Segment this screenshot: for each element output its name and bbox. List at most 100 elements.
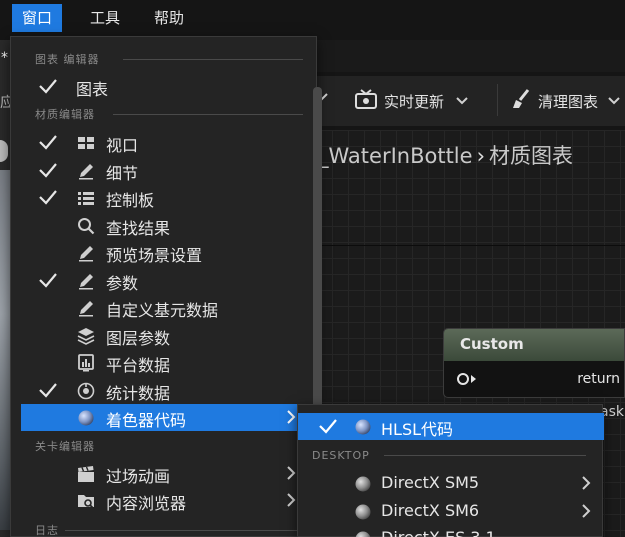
menu-item-cinematics[interactable]: 过场动画 xyxy=(21,460,309,487)
menu-item-label: 过场动画 xyxy=(106,467,171,486)
clean-graph-button[interactable]: 清理图表 xyxy=(510,87,620,115)
section-log: 日志 xyxy=(35,523,303,537)
pencil-icon xyxy=(79,301,93,317)
submenu-item-label: DirectX SM6 xyxy=(381,501,480,520)
section-label: 材质编辑器 xyxy=(35,108,95,121)
menu-item-content-browser[interactable]: 内容浏览器 xyxy=(21,487,309,514)
menu-item-parameters[interactable]: 参数 xyxy=(21,267,309,294)
input-pin-icon[interactable] xyxy=(457,373,469,385)
sphere-icon xyxy=(355,504,371,520)
menu-item-stats[interactable]: 统计数据 xyxy=(21,377,309,404)
menu-item-layer-parameters[interactable]: 图层参数 xyxy=(21,322,309,349)
stats-icon xyxy=(77,382,95,400)
menu-item-custom-primitive-data[interactable]: 自定义基元数据 xyxy=(21,294,309,321)
menu-item-viewport[interactable]: 视口 xyxy=(21,129,309,156)
node-title: Custom xyxy=(444,329,624,361)
chevron-right-icon xyxy=(287,466,296,480)
live-update-icon xyxy=(354,88,378,114)
check-icon xyxy=(319,419,337,434)
submenu-item-dx-sm5[interactable]: DirectX SM5 xyxy=(298,470,604,497)
window-dropdown-menu: 图表 编辑器 图表 材质编辑器 视口 细节 控制板 查找结果 预览场景设置 参数 xyxy=(10,36,322,537)
node-output-label: return xyxy=(577,371,620,387)
submenu-item-label: HLSL代码 xyxy=(381,420,454,439)
clean-graph-label: 清理图表 xyxy=(538,92,599,111)
chevron-right-icon xyxy=(582,504,591,518)
breadcrumb: _WaterInBottle › 材质图表 xyxy=(318,140,573,170)
section-graph-editor: 图表 编辑器 xyxy=(35,52,303,66)
submenu-item-label: DirectX ES 3.1 xyxy=(381,528,496,537)
section-label: DESKTOP xyxy=(312,448,370,462)
custom-node[interactable]: Custom return xyxy=(443,328,625,398)
menu-item-shader-code[interactable]: 着色器代码 xyxy=(21,404,309,431)
menu-item-label: 细节 xyxy=(106,164,139,183)
check-icon xyxy=(39,163,57,178)
submenu-item-hlsl[interactable]: HLSL代码 xyxy=(298,413,604,440)
live-update-label: 实时更新 xyxy=(384,92,445,111)
chevron-right-icon xyxy=(287,493,296,507)
chevron-right-icon: › xyxy=(476,144,485,168)
menu-item-label: 统计数据 xyxy=(106,384,171,403)
check-icon xyxy=(39,383,57,398)
breadcrumb-current: 材质图表 xyxy=(488,144,573,168)
pencil-icon xyxy=(79,274,93,290)
list-icon xyxy=(78,192,94,205)
menu-item-label: 图表 xyxy=(76,80,109,99)
submenu-item-dx-sm6[interactable]: DirectX SM6 xyxy=(298,498,604,525)
layers-icon xyxy=(77,328,95,345)
check-icon xyxy=(39,190,57,205)
chevron-down-icon xyxy=(608,92,620,110)
menu-item-label: 着色器代码 xyxy=(106,411,187,430)
viewport-icon xyxy=(78,137,94,149)
section-desktop: DESKTOP xyxy=(312,448,586,462)
section-level-editor: 关卡编辑器 xyxy=(35,439,95,453)
menu-item-label: 内容浏览器 xyxy=(106,494,187,513)
graph-divider xyxy=(300,245,625,246)
chevron-right-icon xyxy=(287,410,296,424)
menu-item-label: 自定义基元数据 xyxy=(106,301,219,320)
pencil-icon xyxy=(79,246,93,262)
unsaved-marker: * xyxy=(1,50,8,66)
menu-item-palette[interactable]: 控制板 xyxy=(21,184,309,211)
pin-arrow-icon xyxy=(471,375,476,383)
menu-item-preview-scene-settings[interactable]: 预览场景设置 xyxy=(21,239,309,266)
menu-item-details[interactable]: 细节 xyxy=(21,157,309,184)
platform-data-icon xyxy=(78,354,94,372)
breadcrumb-asset[interactable]: _WaterInBottle xyxy=(318,144,473,168)
search-icon xyxy=(78,218,95,235)
left-panel-label: 应 xyxy=(0,95,10,111)
shader-sphere-icon xyxy=(78,410,94,426)
toolbar-divider xyxy=(497,84,498,116)
menu-help[interactable]: 帮助 xyxy=(144,4,194,32)
menu-bar: 窗口 工具 帮助 xyxy=(0,0,625,36)
shader-code-submenu: HLSL代码 DESKTOP DirectX SM5 DirectX SM6 D… xyxy=(297,404,604,537)
sphere-icon xyxy=(355,476,371,492)
menu-tools[interactable]: 工具 xyxy=(80,4,130,32)
menu-item-graph[interactable]: 图表 xyxy=(21,73,309,100)
menu-item-label: 参数 xyxy=(106,274,139,293)
submenu-item-label: DirectX SM5 xyxy=(381,473,480,492)
menu-item-label: 控制板 xyxy=(106,191,155,210)
section-label: 图表 编辑器 xyxy=(35,53,100,66)
menu-item-label: 平台数据 xyxy=(106,356,171,375)
sphere-icon xyxy=(355,531,371,537)
menu-item-platform-data[interactable]: 平台数据 xyxy=(21,349,309,376)
menu-window[interactable]: 窗口 xyxy=(12,4,63,32)
check-icon xyxy=(39,135,57,150)
menu-item-find-results[interactable]: 查找结果 xyxy=(21,212,309,239)
submenu-item-dx-es31[interactable]: DirectX ES 3.1 xyxy=(298,525,604,537)
section-label: 关卡编辑器 xyxy=(35,440,95,453)
check-icon xyxy=(39,273,57,288)
menu-item-label: 查找结果 xyxy=(106,219,171,238)
chevron-down-icon xyxy=(456,92,468,110)
section-material-editor: 材质编辑器 xyxy=(35,107,303,121)
pencil-icon xyxy=(79,164,93,180)
tab-strip xyxy=(300,40,625,72)
folder-search-icon xyxy=(78,495,94,509)
brush-icon xyxy=(510,88,532,114)
live-update-button[interactable]: 实时更新 xyxy=(354,87,468,115)
shader-sphere-icon xyxy=(355,419,371,435)
menu-item-label: 图层参数 xyxy=(106,329,171,348)
section-label: 日志 xyxy=(35,524,59,537)
viewport-preview xyxy=(0,170,10,530)
menu-item-label: 视口 xyxy=(106,136,139,155)
